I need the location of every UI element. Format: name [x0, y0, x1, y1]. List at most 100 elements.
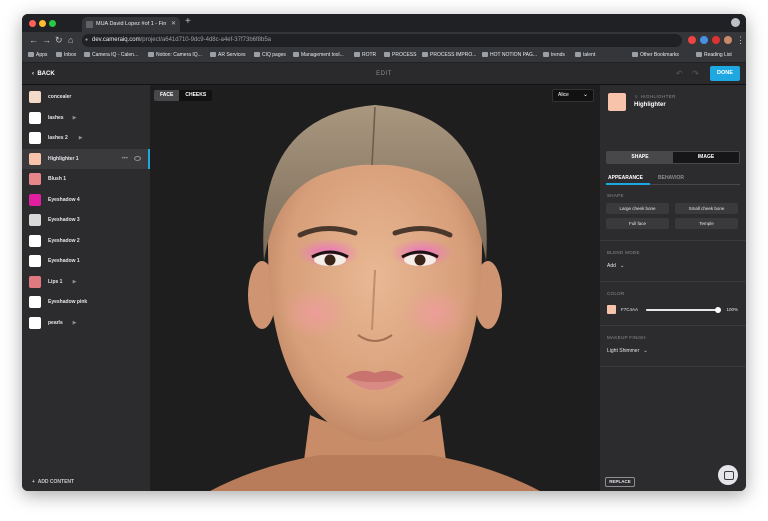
layer-label: Eyeshadow 4: [48, 196, 80, 203]
blend-mode-label: BLEND MODE: [607, 250, 640, 255]
layer-label: Lips 1: [48, 278, 63, 285]
bookmark-item[interactable]: Apps: [28, 49, 47, 62]
minimize-window-icon[interactable]: [39, 20, 46, 27]
shape-section-label: SHAPE: [607, 193, 624, 198]
makeup-finish-select[interactable]: Light Shimmer ⌄: [607, 348, 648, 354]
layer-item[interactable]: Eyeshadow 2: [22, 231, 150, 251]
tab-face[interactable]: FACE: [154, 90, 180, 101]
layer-thumbnail: [29, 234, 41, 247]
tab-shape[interactable]: SHAPE: [607, 152, 673, 163]
forward-arrow-icon[interactable]: →: [42, 35, 51, 46]
bookmark-item[interactable]: CIQ pages: [254, 49, 286, 62]
layer-thumbnail: [29, 275, 41, 288]
home-icon[interactable]: ⌂: [68, 35, 73, 46]
tab-cheeks[interactable]: CHEEKS: [179, 90, 213, 101]
layer-item[interactable]: Blush 1: [22, 169, 150, 189]
tab-image[interactable]: IMAGE: [673, 152, 739, 163]
tab-appearance[interactable]: APPEARANCE: [608, 173, 643, 183]
bookmark-item[interactable]: Other Bookmarks: [632, 49, 679, 62]
chat-support-icon[interactable]: [718, 465, 738, 485]
makeup-finish-label: MAKEUP FINISH: [607, 335, 646, 340]
bookmark-item[interactable]: talent: [575, 49, 595, 62]
shape-option-large-cheek-bone[interactable]: Large cheek bone: [606, 203, 669, 214]
bookmark-item[interactable]: HOT NOTION PAG...: [482, 49, 537, 62]
layer-thumbnail: [29, 111, 41, 124]
notion-icon: [148, 52, 154, 58]
replace-button[interactable]: REPLACE: [605, 477, 635, 487]
layer-item[interactable]: Eyeshadow 1: [22, 251, 150, 271]
shape-option-temple[interactable]: Temple: [675, 218, 738, 229]
bookmark-item[interactable]: PROCESS: [384, 49, 416, 62]
browser-tab[interactable]: MUA David Lopez #of 1 - Fin ✕: [82, 17, 180, 32]
bookmark-item[interactable]: Management tool...: [293, 49, 344, 62]
opacity-slider-handle[interactable]: [715, 307, 721, 313]
more-options-icon[interactable]: •••: [122, 149, 128, 169]
bookmark-item[interactable]: ROTR: [354, 49, 376, 62]
shape-option-full-face[interactable]: Full face: [606, 218, 669, 229]
bookmark-item[interactable]: trends: [543, 49, 565, 62]
new-tab-icon[interactable]: +: [185, 16, 191, 27]
play-icon[interactable]: ▶: [73, 313, 77, 333]
color-label: COLOR: [607, 291, 625, 296]
model-select[interactable]: Alice ⌄: [552, 89, 594, 102]
undo-icon[interactable]: ↶: [676, 69, 683, 78]
bookmark-item[interactable]: AR Services: [210, 49, 246, 62]
back-arrow-icon[interactable]: ←: [29, 35, 38, 46]
layer-item[interactable]: lashes 2 ▶: [22, 128, 150, 148]
layer-label: Eyeshadow 2: [48, 237, 80, 244]
browser-menu-icon[interactable]: ⋮: [736, 35, 745, 46]
bookmark-item[interactable]: Reading List: [696, 49, 732, 62]
layer-item[interactable]: lashes ▶: [22, 108, 150, 128]
model-select-value: Alice: [558, 92, 569, 98]
layer-item[interactable]: Eyeshadow 3: [22, 210, 150, 230]
folder-icon: [254, 52, 260, 58]
active-tab-indicator: [606, 183, 650, 185]
layer-item[interactable]: Lips 1 ▶: [22, 272, 150, 292]
layer-item[interactable]: Highlighter 1 •••: [22, 148, 150, 169]
layer-item[interactable]: Eyeshadow pink: [22, 292, 150, 312]
layer-thumbnail: [29, 193, 41, 206]
layer-item[interactable]: Eyeshadow 4: [22, 190, 150, 210]
bookmark-item[interactable]: Inbox: [56, 49, 76, 62]
reload-icon[interactable]: ↻: [55, 35, 63, 46]
opacity-slider[interactable]: [646, 307, 721, 313]
close-window-icon[interactable]: [29, 20, 36, 27]
visibility-eye-icon[interactable]: [134, 155, 141, 161]
folder-icon: [482, 52, 488, 58]
layer-item[interactable]: concealer: [22, 87, 150, 107]
preview-canvas[interactable]: FACE CHEEKS Alice ⌄: [150, 85, 600, 491]
back-button[interactable]: ‹ BACK: [32, 63, 55, 85]
extension-icon[interactable]: [688, 36, 696, 44]
folder-icon: [543, 52, 549, 58]
maximize-window-icon[interactable]: [49, 20, 56, 27]
calendar-icon: [84, 52, 90, 58]
color-swatch[interactable]: [607, 305, 616, 314]
redo-icon[interactable]: ↷: [692, 69, 699, 78]
play-icon[interactable]: ▶: [73, 272, 77, 292]
profile-avatar-icon[interactable]: [724, 36, 732, 44]
browser-window: MUA David Lopez #of 1 - Fin ✕ + ← → ↻ ⌂ …: [22, 14, 746, 491]
tab-search-icon[interactable]: [731, 18, 740, 27]
play-icon[interactable]: ▶: [73, 108, 77, 128]
layer-label: pearls: [48, 319, 63, 326]
add-content-button[interactable]: + ADD CONTENT: [32, 479, 74, 485]
layer-item[interactable]: pearls ▶: [22, 313, 150, 333]
extension-icon[interactable]: [712, 36, 720, 44]
done-button[interactable]: DONE: [710, 66, 740, 81]
color-hex-value[interactable]: F7C4AA: [621, 307, 638, 312]
shape-option-small-cheek-bone[interactable]: Small cheek bone: [675, 203, 738, 214]
url-host: dev.cameraiq.com: [92, 37, 141, 43]
extension-icon[interactable]: [700, 36, 708, 44]
blend-mode-select[interactable]: Add ⌄: [607, 263, 624, 269]
bookmark-item[interactable]: PROCESS IMPRO...: [422, 49, 476, 62]
bookmark-item[interactable]: Notion: Camera IQ...: [148, 49, 202, 62]
layer-thumbnail: [29, 316, 41, 329]
layer-label: Blush 1: [48, 176, 67, 182]
bookmark-item[interactable]: Camera IQ - Calen...: [84, 49, 138, 62]
address-bar[interactable]: ● dev.cameraiq.com/project/a641d710-9dc9…: [82, 34, 682, 47]
folder-icon: [575, 52, 581, 58]
close-tab-icon[interactable]: ✕: [171, 17, 176, 32]
layer-thumbnail: [29, 132, 41, 144]
tab-behavior[interactable]: BEHAVIOR: [658, 173, 684, 183]
play-icon[interactable]: ▶: [79, 128, 83, 148]
